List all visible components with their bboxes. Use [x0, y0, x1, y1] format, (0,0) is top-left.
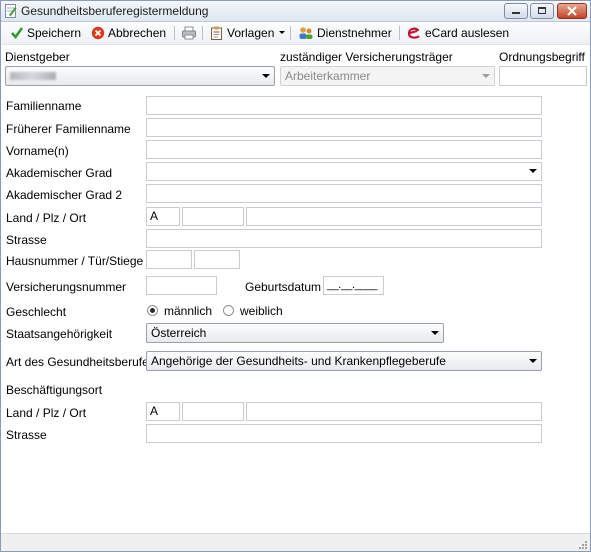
maximize-icon	[538, 7, 546, 14]
employer-select[interactable]	[5, 66, 275, 86]
workplace-section-label: Beschäftigungsort	[6, 383, 103, 397]
firstnames-label: Vorname(n)	[6, 144, 69, 158]
gender-male-label[interactable]: männlich	[164, 304, 212, 318]
save-label: Speichern	[27, 26, 82, 40]
firstnames-input[interactable]	[146, 140, 542, 159]
work-zip-input[interactable]	[182, 402, 244, 421]
citizenship-select[interactable]: Österreich	[146, 323, 444, 343]
work-country-zip-city-label: Land / Plz / Ort	[6, 406, 87, 420]
radio-selected-dot	[150, 308, 155, 313]
employees-label: Dienstnehmer	[317, 26, 392, 40]
lastname-label: Familienname	[6, 99, 82, 113]
insurance-number-label: Versicherungsnummer	[6, 280, 127, 294]
citizenship-value: Österreich	[151, 326, 207, 340]
profession-type-value: Angehörige der Gesundheits- und Krankenp…	[151, 354, 446, 368]
printer-icon	[182, 26, 196, 40]
toolbar-separator	[202, 26, 203, 40]
form-edit-icon	[5, 4, 17, 18]
citizenship-label: Staatsangehörigkeit	[6, 327, 113, 341]
chevron-down-icon	[431, 331, 439, 335]
minimize-button[interactable]	[504, 3, 528, 19]
door-stair-input[interactable]	[194, 250, 240, 269]
cancel-icon	[91, 26, 105, 40]
templates-dropdown-button[interactable]: Vorlagen	[210, 25, 291, 41]
title-bar: Gesundheitsberuferegistermeldung	[1, 1, 590, 22]
ecard-label: eCard auslesen	[425, 26, 510, 40]
gender-label: Geschlecht	[6, 305, 67, 319]
academic-title-label: Akademischer Grad	[6, 166, 113, 180]
window-title: Gesundheitsberuferegistermeldung	[21, 4, 209, 18]
work-country-input[interactable]: A	[146, 402, 180, 421]
status-bar	[1, 533, 590, 551]
order-term-input[interactable]	[499, 66, 587, 86]
work-city-input[interactable]	[246, 402, 542, 421]
save-button[interactable]: Speichern	[10, 25, 81, 41]
birthdate-label: Geburtsdatum	[245, 280, 322, 294]
order-term-label: Ordnungsbegriff	[499, 50, 585, 64]
city-input[interactable]	[246, 207, 542, 226]
street-input[interactable]	[146, 229, 542, 248]
chevron-down-icon	[529, 169, 537, 173]
country-zip-city-label: Land / Plz / Ort	[6, 211, 87, 225]
chevron-down-icon	[262, 74, 270, 78]
academic-title2-input[interactable]	[146, 184, 542, 203]
insurer-select: Arbeiterkammer	[280, 66, 495, 86]
ecard-icon	[407, 27, 420, 39]
birthdate-input[interactable]: __.__.____	[323, 276, 384, 295]
gender-female-radio[interactable]	[223, 305, 234, 316]
resize-grip-icon[interactable]	[578, 540, 588, 550]
lastname-input[interactable]	[146, 96, 542, 115]
insurance-number-input[interactable]	[146, 276, 217, 295]
house-number-input[interactable]	[146, 250, 192, 269]
cancel-button[interactable]: Abbrechen	[91, 25, 166, 41]
insurer-label: zuständiger Versicherungsträger	[280, 50, 453, 64]
minimize-icon	[512, 12, 520, 14]
redacted-value	[10, 72, 56, 80]
profession-type-label: Art des Gesundheitsberufes	[6, 355, 155, 369]
chevron-down-icon	[529, 359, 537, 363]
dialog-window: Gesundheitsberuferegistermeldung Speiche…	[0, 0, 591, 552]
toolbar-separator	[174, 26, 175, 40]
chevron-down-icon	[279, 31, 286, 34]
close-icon	[567, 6, 577, 16]
gender-female-label[interactable]: weiblich	[240, 304, 283, 318]
clipboard-icon	[211, 26, 222, 40]
academic-title-select[interactable]	[146, 162, 542, 181]
profession-type-select[interactable]: Angehörige der Gesundheits- und Krankenp…	[146, 351, 542, 371]
maximize-button[interactable]	[530, 3, 554, 19]
toolbar-separator	[290, 26, 291, 40]
people-icon	[299, 27, 313, 39]
templates-label: Vorlagen	[227, 26, 275, 40]
street-label: Strasse	[6, 233, 47, 247]
chevron-down-icon	[482, 74, 490, 78]
zip-input[interactable]	[182, 207, 244, 226]
country-input[interactable]: A	[146, 207, 180, 226]
work-street-input[interactable]	[146, 424, 542, 443]
checkmark-icon	[11, 27, 24, 40]
academic-title2-label: Akademischer Grad 2	[6, 188, 123, 202]
former-lastname-input[interactable]	[146, 118, 542, 137]
toolbar-separator	[399, 26, 400, 40]
read-ecard-button[interactable]: eCard auslesen	[406, 25, 509, 41]
insurer-value: Arbeiterkammer	[285, 69, 371, 83]
work-street-label: Strasse	[6, 428, 47, 442]
toolbar: Speichern Abbrechen Vorlagen Dienstnehme…	[1, 22, 590, 45]
employees-button[interactable]: Dienstnehmer	[298, 25, 392, 41]
house-door-stair-label: Hausnummer / Tür/Stiege	[6, 254, 144, 268]
employer-label: Dienstgeber	[5, 50, 70, 64]
former-lastname-label: Früherer Familienname	[6, 122, 131, 136]
gender-male-radio[interactable]	[147, 305, 158, 316]
close-button[interactable]	[557, 3, 587, 19]
cancel-label: Abbrechen	[108, 26, 167, 40]
print-button[interactable]	[181, 25, 200, 41]
